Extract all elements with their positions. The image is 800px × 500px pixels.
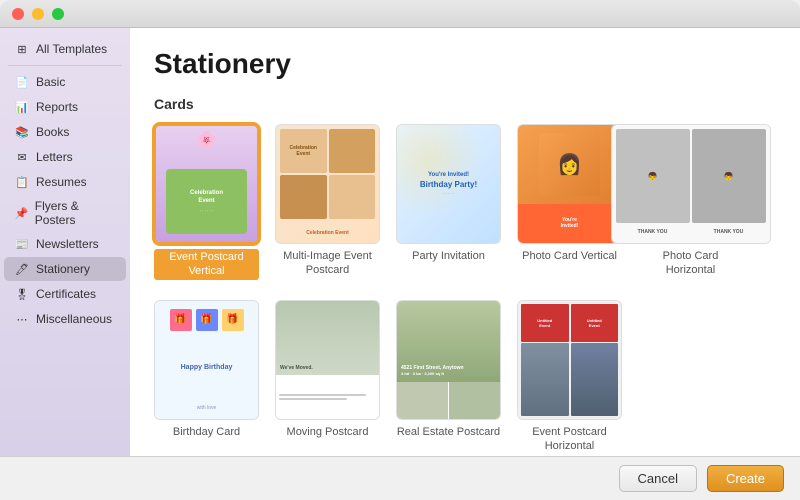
books-icon: 📚: [14, 124, 30, 140]
close-button[interactable]: [12, 8, 24, 20]
cancel-button[interactable]: Cancel: [619, 465, 697, 492]
sidebar-item-label: Stationery: [36, 262, 90, 276]
template-event-postcard-vertical[interactable]: 🌸 CelebrationEvent · · · · · · Event Pos…: [154, 124, 259, 280]
template-multi-image[interactable]: CelebrationEvent Celebration Event Multi…: [275, 124, 380, 280]
cards-grid: 🌸 CelebrationEvent · · · · · · Event Pos…: [154, 124, 776, 280]
template-thumb: 👩 You'reInvited!: [517, 124, 622, 244]
sidebar-item-letters[interactable]: ✉ Letters: [4, 145, 126, 169]
template-party-invitation[interactable]: You're Invited! Birthday Party! · · · · …: [396, 124, 501, 280]
resume-icon: 📋: [14, 174, 30, 190]
template-label: Moving Postcard: [287, 425, 369, 439]
sidebar-item-miscellaneous[interactable]: ⋯ Miscellaneous: [4, 307, 126, 331]
template-label: Event Postcard Vertical: [154, 249, 259, 280]
template-label: Photo Card Horizontal: [638, 249, 743, 278]
create-button[interactable]: Create: [707, 465, 784, 492]
template-label: Multi-Image Event Postcard: [275, 249, 380, 278]
template-label: Birthday Card: [173, 425, 240, 439]
letter-icon: ✉: [14, 149, 30, 165]
newsletter-icon: 📰: [14, 236, 30, 252]
template-photo-card-horizontal[interactable]: 👦 THANK YOU 👦 THANK YOU Photo Card Horiz…: [638, 124, 743, 280]
template-thumb: You're Invited! Birthday Party! · · · · …: [396, 124, 501, 244]
minimize-button[interactable]: [32, 8, 44, 20]
title-bar: [0, 0, 800, 28]
chart-icon: 📊: [14, 99, 30, 115]
template-thumb: UntitledEvent UntitledEvent: [517, 300, 622, 420]
template-thumb: 🎁 🎁 🎁 Happy Birthday with love: [154, 300, 259, 420]
misc-icon: ⋯: [14, 311, 30, 327]
sidebar-item-label: Reports: [36, 100, 78, 114]
grid-icon: ⊞: [14, 41, 30, 57]
sidebar-item-label: All Templates: [36, 42, 107, 56]
sidebar-item-stationery[interactable]: 🖊 Stationery: [4, 257, 126, 281]
template-label: Party Invitation: [412, 249, 485, 263]
page-title: Stationery: [154, 48, 776, 80]
sidebar-item-basic[interactable]: 📄 Basic: [4, 70, 126, 94]
template-thumb: 🌸 CelebrationEvent · · · · · ·: [154, 124, 259, 244]
template-photo-card-vertical[interactable]: 👩 You'reInvited! Photo Card Vertical: [517, 124, 622, 280]
template-real-estate[interactable]: 4521 First Street, Anytown4 bd · 3 ba · …: [396, 300, 501, 454]
sidebar-item-label: Letters: [36, 150, 73, 164]
sidebar-item-label: Books: [36, 125, 69, 139]
sidebar-item-flyers[interactable]: 📌 Flyers & Posters: [4, 195, 126, 231]
template-label: Photo Card Vertical: [522, 249, 617, 263]
sidebar-item-label: Newsletters: [36, 237, 99, 251]
flyer-icon: 📌: [14, 205, 29, 221]
app-body: ⊞ All Templates 📄 Basic 📊 Reports 📚 Book…: [0, 28, 800, 456]
fullscreen-button[interactable]: [52, 8, 64, 20]
template-thumb: 👦 THANK YOU 👦 THANK YOU: [611, 124, 771, 244]
sidebar: ⊞ All Templates 📄 Basic 📊 Reports 📚 Book…: [0, 28, 130, 456]
template-thumb: CelebrationEvent Celebration Event: [275, 124, 380, 244]
doc-icon: 📄: [14, 74, 30, 90]
main-content: Stationery Cards 🌸 CelebrationEvent · · …: [130, 28, 800, 456]
template-birthday-card[interactable]: 🎁 🎁 🎁 Happy Birthday with love Birthday …: [154, 300, 259, 454]
cert-icon: 🎖: [14, 286, 30, 302]
sidebar-divider: [8, 65, 122, 66]
sidebar-item-resumes[interactable]: 📋 Resumes: [4, 170, 126, 194]
template-moving-postcard[interactable]: We've Moved. Moving Postcard: [275, 300, 380, 454]
cards-grid-2: 🎁 🎁 🎁 Happy Birthday with love Birthday …: [154, 300, 776, 454]
sidebar-item-reports[interactable]: 📊 Reports: [4, 95, 126, 119]
sidebar-item-label: Certificates: [36, 287, 96, 301]
template-label: Event Postcard Horizontal: [517, 425, 622, 454]
cards-section-title: Cards: [154, 96, 776, 112]
bottom-bar: Cancel Create: [0, 456, 800, 500]
template-label: Real Estate Postcard: [397, 425, 500, 439]
sidebar-item-certificates[interactable]: 🎖 Certificates: [4, 282, 126, 306]
sidebar-item-label: Miscellaneous: [36, 312, 112, 326]
sidebar-item-label: Flyers & Posters: [35, 199, 116, 227]
template-thumb: 4521 First Street, Anytown4 bd · 3 ba · …: [396, 300, 501, 420]
sidebar-item-all-templates[interactable]: ⊞ All Templates: [4, 37, 126, 61]
template-thumb: We've Moved.: [275, 300, 380, 420]
sidebar-item-newsletters[interactable]: 📰 Newsletters: [4, 232, 126, 256]
sidebar-item-books[interactable]: 📚 Books: [4, 120, 126, 144]
sidebar-item-label: Basic: [36, 75, 65, 89]
stationery-icon: 🖊: [14, 261, 30, 277]
template-event-postcard-horizontal[interactable]: UntitledEvent UntitledEvent Event Postca…: [517, 300, 622, 454]
sidebar-item-label: Resumes: [36, 175, 87, 189]
